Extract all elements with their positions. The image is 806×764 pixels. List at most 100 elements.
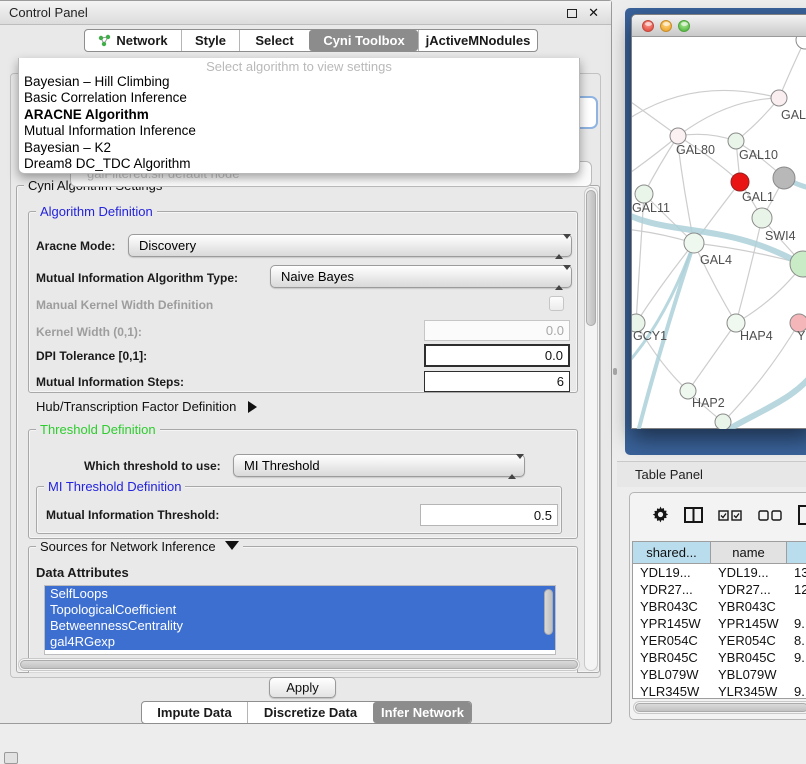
aracne-mode-value: Discovery	[139, 238, 196, 253]
network-edge[interactable]	[644, 136, 678, 194]
tab-label: Discretize Data	[264, 705, 357, 720]
network-edge[interactable]	[779, 40, 805, 98]
mi-steps-field[interactable]: 6	[424, 371, 570, 392]
mac-minimize-icon[interactable]	[660, 20, 672, 32]
table-row[interactable]: YBR045CYBR045C9.	[633, 649, 806, 666]
network-graph[interactable]: GALGAL80GAL10GAL1GAL11SWI4GAL4GCY1HAP4YH…	[632, 37, 806, 429]
collapsed-panel-icon[interactable]	[4, 752, 18, 764]
tab-cyni-toolbox[interactable]: Cyni Toolbox	[309, 30, 418, 51]
network-node[interactable]	[773, 167, 795, 189]
network-node[interactable]	[715, 414, 731, 429]
mac-close-icon[interactable]	[642, 20, 654, 32]
settings-horizontal-scrollbar[interactable]	[18, 658, 580, 671]
network-edge[interactable]	[736, 98, 779, 141]
network-edge[interactable]	[688, 323, 736, 391]
network-icon	[98, 34, 111, 47]
which-threshold-value: MI Threshold	[244, 458, 320, 473]
control-panel-title: Control Panel	[9, 5, 88, 20]
table-row[interactable]: YBR043CYBR043C	[633, 598, 806, 615]
which-threshold-combo[interactable]: MI Threshold	[233, 454, 525, 477]
network-node-label: Y	[797, 329, 806, 343]
manual-kernel-checkbox[interactable]	[549, 296, 564, 311]
network-node-gal[interactable]	[771, 90, 787, 106]
dpi-tolerance-field[interactable]: 0.0	[424, 344, 570, 367]
table-row[interactable]: YBL079WYBL079W	[633, 666, 806, 683]
attribute-item-selfloops[interactable]: SelfLoops	[45, 586, 555, 602]
network-edge[interactable]	[632, 90, 779, 122]
network-node-label: GAL11	[632, 201, 670, 215]
sources-group-title: Sources for Network Inference	[36, 539, 243, 554]
close-window-icon[interactable]: ✕	[588, 5, 599, 21]
table-row[interactable]: YDL19...YDL19...13	[633, 564, 806, 581]
apply-button[interactable]: Apply	[269, 677, 336, 698]
column-header-shared[interactable]: shared...	[633, 542, 711, 563]
node-table: shared...nameA YDL19...YDL19...13YDR27..…	[632, 541, 806, 699]
attribute-item-topologicalcoefficient[interactable]: TopologicalCoefficient	[45, 602, 555, 618]
attribute-item-betweennesscentrality[interactable]: BetweennessCentrality	[45, 618, 555, 634]
document-icon[interactable]	[798, 505, 806, 530]
settings-vertical-scrollbar[interactable]	[584, 187, 598, 671]
network-edge-thick[interactable]	[724, 367, 806, 429]
tab-discretize-data[interactable]: Discretize Data	[247, 702, 373, 723]
network-node-gal10[interactable]	[728, 133, 744, 149]
tab-jactivemnodules[interactable]: jActiveMNodules	[418, 30, 537, 51]
control-panel-window: Control Panel ✕ NetworkStyleSelectCyni T…	[0, 0, 612, 724]
network-node-gal4[interactable]	[684, 233, 704, 253]
table-panel-titlebar: Table Panel	[617, 461, 806, 487]
float-window-icon[interactable]	[567, 9, 577, 18]
network-node-gal1[interactable]	[731, 173, 749, 191]
column-header-name[interactable]: name	[711, 542, 787, 563]
mac-zoom-icon[interactable]	[678, 20, 690, 32]
tab-select[interactable]: Select	[239, 30, 309, 51]
mi-type-combo[interactable]: Naive Bayes	[270, 265, 572, 288]
network-edge[interactable]	[736, 218, 762, 323]
control-panel-tab-bar: NetworkStyleSelectCyni ToolboxjActiveMNo…	[84, 29, 538, 52]
table-row[interactable]: YER054CYER054C8.	[633, 632, 806, 649]
kernel-width-field[interactable]: 0.0	[424, 320, 570, 341]
network-edge[interactable]	[632, 136, 678, 177]
algorithm-option-aracne-algorithm[interactable]: ARACNE Algorithm	[19, 107, 579, 123]
aracne-mode-combo[interactable]: Discovery	[128, 234, 572, 257]
network-node-swi4[interactable]	[752, 208, 772, 228]
network-node[interactable]	[790, 251, 806, 277]
network-window-titlebar[interactable]	[632, 15, 806, 37]
table-row[interactable]: YDR27...YDR27...12	[633, 581, 806, 598]
split-view-icon[interactable]	[684, 507, 703, 528]
table-cell: YER054C	[633, 632, 711, 649]
algorithm-option-dream8-dc-tdc-algorithm[interactable]: Dream8 DC_TDC Algorithm	[19, 156, 579, 172]
table-cell: YPR145W	[633, 615, 711, 632]
expand-right-icon[interactable]	[248, 401, 257, 413]
attribute-item-gal4rgexp[interactable]: gal4RGexp	[45, 634, 555, 650]
data-attributes-list[interactable]: SelfLoopsTopologicalCoefficientBetweenne…	[44, 585, 556, 655]
mi-threshold-value: 0.5	[534, 508, 552, 523]
tab-style[interactable]: Style	[181, 30, 239, 51]
column-header-a[interactable]: A	[787, 542, 806, 563]
algorithm-option-basic-correlation-inference[interactable]: Basic Correlation Inference	[19, 90, 579, 106]
table-row[interactable]: YPR145WYPR145W9.	[633, 615, 806, 632]
tab-network[interactable]: Network	[85, 30, 181, 51]
network-node[interactable]	[796, 37, 806, 49]
attributes-list-scrollbar[interactable]	[543, 587, 554, 653]
unchecked-boxes-icon[interactable]	[758, 508, 783, 526]
table-row[interactable]: YLR345WYLR345W9.	[633, 683, 806, 699]
network-node-label: SWI4	[765, 229, 796, 243]
tab-infer-network[interactable]: Infer Network	[373, 702, 471, 723]
network-edge[interactable]	[678, 98, 779, 136]
algorithm-option-bayesian-hill-climbing[interactable]: Bayesian – Hill Climbing	[19, 74, 579, 90]
algorithm-option-mutual-information-inference[interactable]: Mutual Information Inference	[19, 123, 579, 139]
splitpane-divider-handle[interactable]	[613, 368, 617, 375]
network-edge[interactable]	[678, 134, 736, 141]
tab-impute-data[interactable]: Impute Data	[142, 702, 247, 723]
manual-kernel-label: Manual Kernel Width Definition	[36, 298, 213, 312]
algorithm-dropdown-placeholder: Select algorithm to view settings	[19, 58, 579, 74]
network-edge[interactable]	[632, 97, 678, 136]
table-cell: YDL19...	[711, 564, 787, 581]
table-horizontal-scrollbar[interactable]	[633, 701, 806, 714]
gear-icon[interactable]	[652, 506, 669, 528]
hub-definition-section[interactable]: Hub/Transcription Factor Definition	[36, 399, 257, 414]
checked-boxes-icon[interactable]	[718, 508, 743, 526]
network-node-gal80[interactable]	[670, 128, 686, 144]
algorithm-option-bayesian-k2[interactable]: Bayesian – K2	[19, 140, 579, 156]
mi-threshold-field[interactable]: 0.5	[420, 504, 558, 526]
collapse-down-icon[interactable]	[225, 541, 239, 550]
